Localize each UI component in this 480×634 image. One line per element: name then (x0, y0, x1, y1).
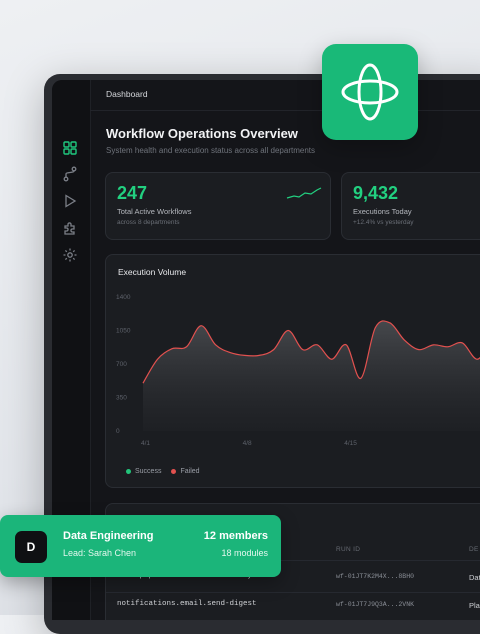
stat-label: Total Active Workflows (117, 207, 192, 216)
team-modules: 18 modules (221, 548, 268, 558)
puzzle-icon[interactable] (62, 220, 78, 236)
sparkline-icon (286, 187, 322, 199)
team-lead: Lead: Sarah Chen (63, 548, 137, 558)
team-popup[interactable]: D Data Engineering Lead: Sarah Chen 12 m… (0, 515, 281, 577)
y-tick-label: 350 (116, 395, 127, 402)
logo-icon (341, 63, 399, 121)
y-tick-label: 0 (116, 428, 120, 435)
legend-failed[interactable]: Failed (171, 468, 200, 475)
col-dept[interactable]: DE (469, 546, 479, 553)
stat-value: 247 (117, 183, 148, 203)
y-tick-label: 1400 (116, 294, 131, 301)
x-tick-label: 4/1 (141, 440, 150, 447)
chart-legend: Success Failed (126, 468, 200, 475)
row-dept: Pla (469, 601, 480, 610)
col-run-id[interactable]: RUN ID (336, 546, 360, 553)
row-workflow[interactable]: notifications.email.send-digest (117, 600, 257, 608)
breadcrumb[interactable]: Dashboard (106, 89, 148, 99)
stat-label: Executions Today (353, 207, 412, 216)
row-dept: Dat (469, 573, 480, 582)
stat-sub: +12.4% vs yesterday (353, 219, 414, 226)
page-subtitle: System health and execution status acros… (106, 146, 315, 155)
row-run-id: wf-01JT7K2M4X...8BH0 (336, 573, 415, 580)
stat-card-executions-today[interactable]: 9,432 Executions Today +12.4% vs yesterd… (341, 172, 480, 240)
branch-icon[interactable] (62, 166, 78, 182)
page-title: Workflow Operations Overview (106, 126, 298, 141)
y-tick-label: 700 (116, 361, 127, 368)
y-tick-label: 1050 (116, 328, 131, 335)
team-members: 12 members (203, 530, 268, 542)
row-run-id: wf-01JT7J9Q3A...2VNK (336, 601, 415, 608)
grid-icon[interactable] (62, 140, 78, 156)
stat-card-active-workflows[interactable]: 247 Total Active Workflows across 8 depa… (105, 172, 331, 240)
brand-logo (322, 44, 418, 140)
stat-value: 9,432 (353, 183, 399, 203)
chart-canvas: 0 350 700 1050 1400 4/1 4/8 4/15 (116, 294, 480, 447)
topbar: Dashboard (90, 80, 480, 111)
gear-icon[interactable] (62, 247, 78, 263)
legend-success[interactable]: Success (126, 468, 161, 475)
stat-sub: across 8 departments (117, 219, 180, 226)
play-icon[interactable] (62, 193, 78, 209)
team-name: Data Engineering (63, 530, 154, 542)
x-tick-label: 4/8 (243, 440, 252, 447)
execution-volume-chart: Execution Volume 0 350 700 1050 1400 4/1 4/8 4/… (105, 254, 480, 488)
x-tick-label: 4/15 (344, 440, 357, 447)
series-area-failed (143, 320, 480, 431)
team-avatar: D (15, 531, 47, 563)
